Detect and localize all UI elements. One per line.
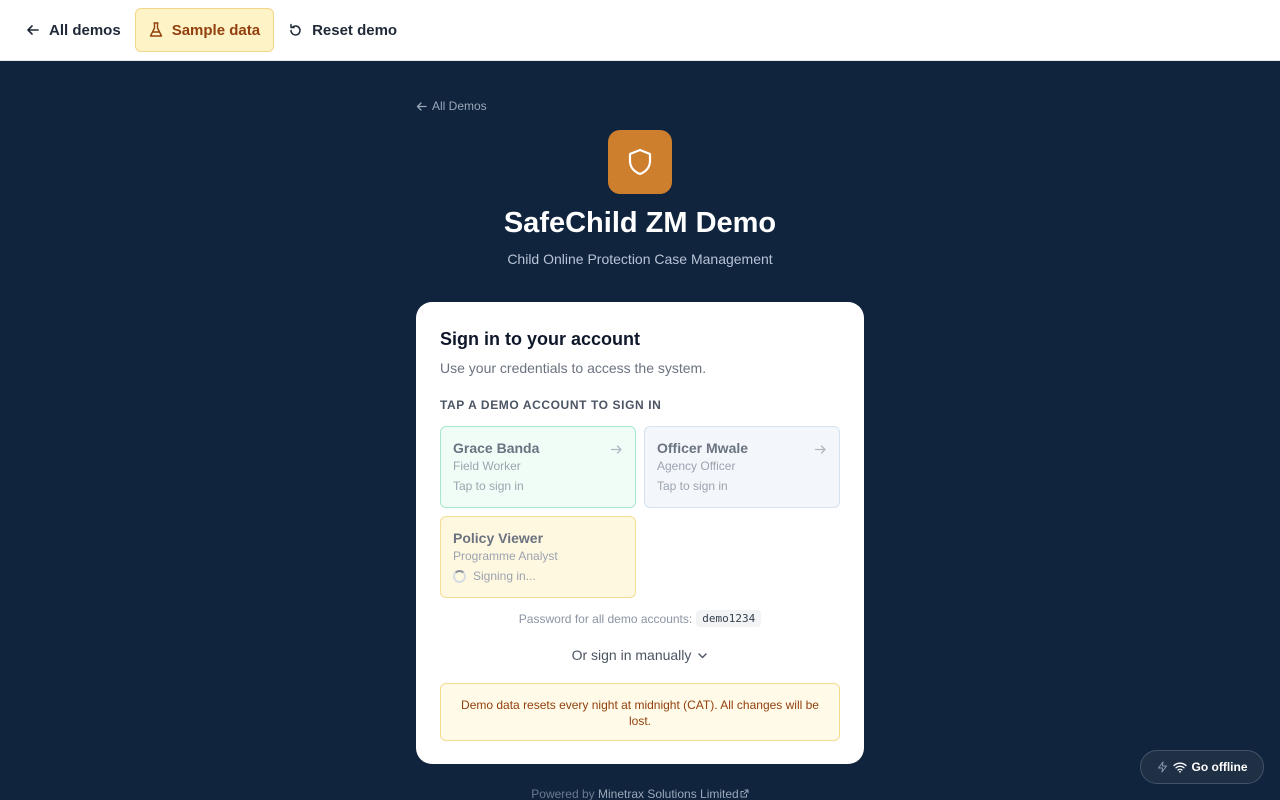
manual-sign-in-label: Or sign in manually: [571, 647, 692, 663]
account-hint-text: Signing in...: [473, 569, 536, 583]
password-note: Password for all demo accounts: demo1234: [440, 610, 840, 627]
account-role: Field Worker: [453, 459, 521, 473]
all-demos-label: All demos: [49, 21, 121, 39]
manual-sign-in-toggle[interactable]: Or sign in manually: [440, 647, 840, 663]
reset-demo-label: Reset demo: [312, 21, 398, 39]
account-hint: Tap to sign in: [657, 479, 827, 493]
reset-demo-button[interactable]: Reset demo: [278, 8, 407, 52]
wifi-icon: [1172, 762, 1187, 773]
account-hint-text: Tap to sign in: [453, 479, 524, 493]
chevron-down-icon: [698, 652, 708, 658]
demo-accounts: Grace Banda Field Worker Tap to sign in …: [440, 426, 840, 598]
back-link-label: All Demos: [432, 99, 487, 113]
zap-icon: [1157, 761, 1167, 773]
go-offline-label: Go offline: [1191, 760, 1248, 774]
account-hint-text: Tap to sign in: [657, 479, 728, 493]
arrow-left-icon: [27, 25, 39, 35]
company-link[interactable]: Minetrax Solutions Limited: [598, 787, 749, 800]
account-name: Grace Banda: [453, 440, 540, 456]
arrow-right-icon: [814, 445, 826, 454]
arrow-left-icon: [416, 101, 427, 111]
account-hint: Tap to sign in: [453, 479, 623, 493]
company-name: Minetrax Solutions Limited: [597, 787, 739, 800]
rotate-ccw-icon: [290, 23, 301, 36]
account-role: Programme Analyst: [453, 549, 558, 563]
password-note-text: Password for all demo accounts:: [518, 611, 693, 626]
external-link-icon: [740, 789, 749, 798]
powered-by-footer: Powered by Minetrax Solutions Limited: [0, 787, 1280, 800]
demo-reset-notice: Demo data resets every night at midnight…: [440, 683, 840, 741]
account-name: Officer Mwale: [657, 440, 749, 456]
sign-in-title: Sign in to your account: [440, 329, 641, 349]
account-hint: Signing in...: [453, 569, 623, 583]
app-logo: [608, 130, 672, 194]
account-name: Policy Viewer: [453, 530, 544, 546]
all-demos-button[interactable]: All demos: [16, 8, 131, 52]
sign-in-subtitle: Use your credentials to access the syste…: [440, 360, 707, 376]
powered-by-prefix: Powered by: [531, 787, 595, 800]
loading-spinner-icon: [453, 569, 466, 583]
demo-account-policy-viewer[interactable]: Policy Viewer Programme Analyst Signing …: [440, 516, 636, 598]
account-role: Agency Officer: [657, 459, 736, 473]
top-bar: All demos Sample data Reset demo: [0, 0, 1280, 61]
sample-data-button[interactable]: Sample data: [134, 8, 275, 52]
app-title: SafeChild ZM Demo: [503, 207, 777, 239]
all-demos-back-link[interactable]: All Demos: [416, 97, 487, 115]
password-value: demo1234: [696, 610, 762, 627]
demo-accounts-label: TAP A DEMO ACCOUNT TO SIGN IN: [440, 398, 662, 412]
demo-account-grace-banda[interactable]: Grace Banda Field Worker Tap to sign in: [440, 426, 636, 508]
shield-icon: [628, 148, 652, 176]
arrow-right-icon: [610, 445, 622, 454]
go-offline-button[interactable]: Go offline: [1140, 750, 1264, 784]
sign-in-card: Sign in to your account Use your credent…: [416, 302, 864, 764]
flask-icon: [149, 22, 162, 37]
sample-data-label: Sample data: [171, 21, 261, 39]
app-subtitle: Child Online Protection Case Management: [507, 251, 773, 267]
demo-account-officer-mwale[interactable]: Officer Mwale Agency Officer Tap to sign…: [644, 426, 840, 508]
